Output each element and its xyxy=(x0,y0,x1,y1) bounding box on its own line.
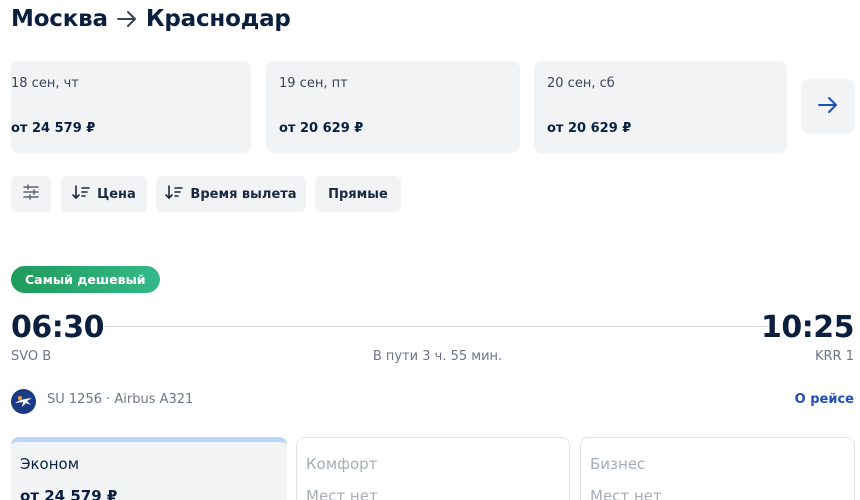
cheapest-badge-label: Самый дешевый xyxy=(25,272,146,287)
sort-by-departure-label: Время вылета xyxy=(190,186,297,202)
route-arrow-icon xyxy=(116,10,138,28)
route-line xyxy=(104,326,772,327)
fare-name: Комфорт xyxy=(306,455,378,473)
sliders-icon xyxy=(22,184,40,204)
date-card-price: от 20 629 ₽ xyxy=(547,121,632,136)
date-card-date: 18 сен, чт xyxy=(11,76,79,91)
sort-by-price-button[interactable]: Цена xyxy=(61,176,147,212)
about-flight-link[interactable]: О рейсе xyxy=(795,392,854,407)
arrow-right-icon xyxy=(817,96,839,118)
cheapest-badge: Самый дешевый xyxy=(11,266,160,293)
fare-comfort: Комфорт Мест нет xyxy=(296,437,570,500)
date-card-price: от 24 579 ₽ xyxy=(11,121,96,136)
sort-by-departure-button[interactable]: Время вылета xyxy=(156,176,306,212)
destination-city: Краснодар xyxy=(145,6,291,32)
arrival-airport: KRR 1 xyxy=(815,349,854,364)
sort-descending-icon xyxy=(165,184,184,204)
flight-duration: В пути 3 ч. 55 мин. xyxy=(372,349,503,364)
page-title: Москва Краснодар xyxy=(11,4,291,34)
sort-descending-icon xyxy=(72,184,90,204)
date-card-20[interactable]: 20 сен, сб от 20 629 ₽ xyxy=(534,61,787,153)
fare-economy[interactable]: Эконом от 24 579 ₽ xyxy=(11,437,287,500)
filter-settings-button[interactable] xyxy=(11,176,51,212)
date-card-date: 19 сен, пт xyxy=(279,76,348,91)
fare-availability: Мест нет xyxy=(306,487,378,500)
direct-flights-filter[interactable]: Прямые xyxy=(315,176,401,212)
fare-availability: Мест нет xyxy=(590,487,662,500)
next-dates-button[interactable] xyxy=(801,79,855,134)
date-card-price: от 20 629 ₽ xyxy=(279,121,364,136)
sort-by-price-label: Цена xyxy=(97,186,136,202)
arrival-time: 10:25 xyxy=(761,310,855,345)
flight-number-aircraft: SU 1256 · Airbus A321 xyxy=(47,392,194,407)
direct-flights-label: Прямые xyxy=(328,186,388,202)
date-card-date: 20 сен, сб xyxy=(547,76,615,91)
departure-time: 06:30 xyxy=(11,310,105,345)
date-card-18[interactable]: 18 сен, чт от 24 579 ₽ xyxy=(11,61,251,153)
fare-price: от 24 579 ₽ xyxy=(20,487,118,500)
fare-name: Бизнес xyxy=(590,455,646,473)
date-card-19[interactable]: 19 сен, пт от 20 629 ₽ xyxy=(266,61,520,153)
fare-business: Бизнес Мест нет xyxy=(580,437,855,500)
airline-logo xyxy=(11,389,36,414)
fare-name: Эконом xyxy=(20,455,80,473)
origin-city: Москва xyxy=(11,6,108,32)
